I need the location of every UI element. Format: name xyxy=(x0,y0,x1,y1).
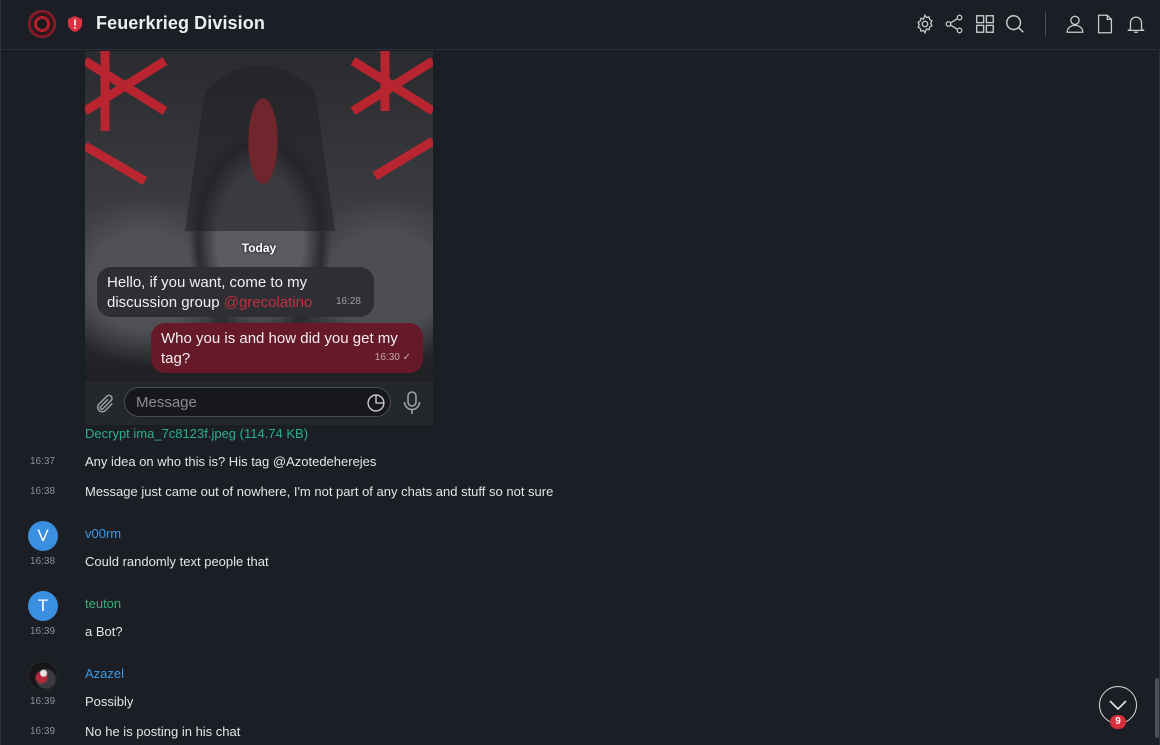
outgoing-message-time: 16:30 xyxy=(374,352,400,363)
message-text: No he is posting in his chat xyxy=(85,724,241,739)
message-time: 16:38 xyxy=(30,556,56,567)
date-separator: Today xyxy=(241,241,277,255)
channel-avatar[interactable] xyxy=(28,10,56,38)
unread-badge: 9 xyxy=(1110,715,1126,729)
image-attachment[interactable]: Today Hello, if you want, come to my dis… xyxy=(85,51,433,425)
microphone-icon[interactable] xyxy=(403,391,421,415)
message-time: 16:39 xyxy=(30,726,56,737)
message-time: 16:38 xyxy=(30,486,56,497)
settings-icon[interactable] xyxy=(914,13,936,35)
avatar[interactable]: V xyxy=(28,521,58,551)
file-icon[interactable] xyxy=(1094,13,1116,35)
share-icon[interactable] xyxy=(943,13,965,35)
decrypt-file-link[interactable]: Decrypt ima_7c8123f.jpeg (114.74 KB) xyxy=(85,426,308,441)
incoming-message-time: 16:28 xyxy=(335,296,361,307)
message-input[interactable] xyxy=(124,387,391,417)
author-name[interactable]: Azazel xyxy=(85,666,124,681)
image-artwork: Today Hello, if you want, come to my dis… xyxy=(85,51,433,381)
grid-icon[interactable] xyxy=(974,13,996,35)
scrollbar-thumb[interactable] xyxy=(1155,678,1159,738)
incoming-message-bubble: Hello, if you want, come to my discussio… xyxy=(97,267,374,317)
outgoing-message-meta: 16:30 ✓ xyxy=(375,348,411,368)
chevron-down-icon xyxy=(1109,700,1127,711)
search-icon[interactable] xyxy=(1004,13,1026,35)
sticker-icon[interactable] xyxy=(366,393,386,413)
message-time: 16:39 xyxy=(30,626,56,637)
message-text: Possibly xyxy=(85,694,134,709)
author-name[interactable]: v00rm xyxy=(85,526,121,541)
chat-header: Feuerkrieg Division xyxy=(1,0,1160,50)
chat-window: Feuerkrieg Division Today Hello, if you … xyxy=(0,0,1160,745)
header-separator xyxy=(1045,12,1046,36)
outgoing-message-text: Who you is and how did you get my tag? xyxy=(161,330,398,367)
mention-link[interactable]: @grecolatino xyxy=(224,294,313,311)
message-time: 16:37 xyxy=(30,456,56,467)
message-text: Message just came out of nowhere, I'm no… xyxy=(85,484,554,499)
avatar[interactable]: T xyxy=(28,591,58,621)
message-text: Could randomly text people that xyxy=(85,554,269,569)
shield-icon xyxy=(68,16,82,32)
bell-icon[interactable] xyxy=(1125,13,1147,35)
outgoing-message-bubble: Who you is and how did you get my tag? 1… xyxy=(151,323,423,373)
message-text: a Bot? xyxy=(85,624,123,639)
channel-title[interactable]: Feuerkrieg Division xyxy=(96,13,265,34)
message-composer xyxy=(85,381,433,425)
user-icon[interactable] xyxy=(1064,13,1086,35)
author-name[interactable]: teuton xyxy=(85,596,121,611)
read-check-icon: ✓ xyxy=(402,352,411,363)
message-text: Any idea on who this is? His tag @Azoted… xyxy=(85,454,377,469)
avatar[interactable] xyxy=(28,661,58,691)
attach-icon[interactable] xyxy=(94,393,116,415)
message-time: 16:39 xyxy=(30,696,56,707)
